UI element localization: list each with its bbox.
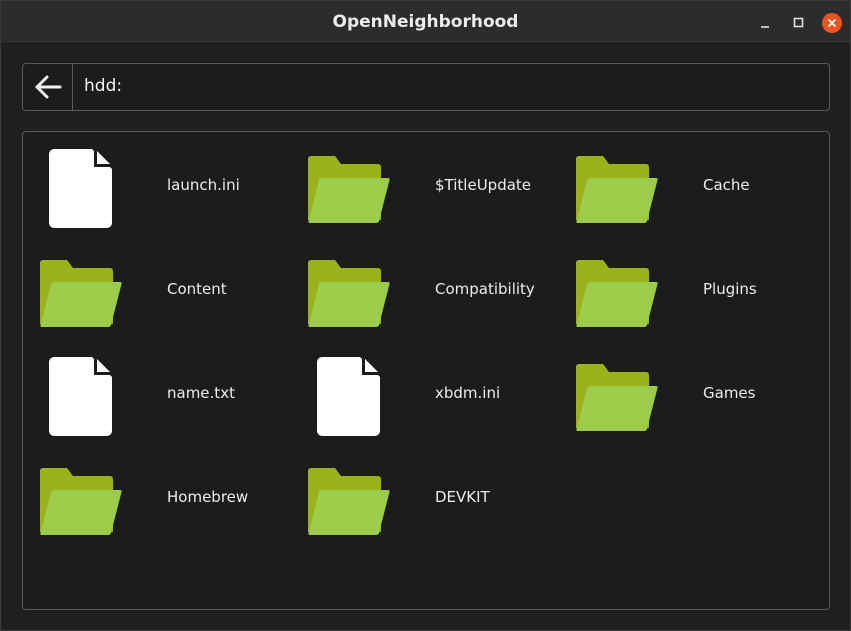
folder-item[interactable]: $TitleUpdate: [308, 147, 558, 237]
file-grid: launch.ini $TitleUpdate Cache Content Compat…: [22, 131, 830, 610]
item-label: Plugins: [703, 280, 757, 298]
folder-item[interactable]: Games: [576, 355, 826, 445]
item-label: Content: [167, 280, 227, 298]
maximize-icon: [793, 17, 804, 28]
folder-item[interactable]: Compatibility: [308, 251, 558, 341]
item-label: Games: [703, 384, 756, 402]
close-icon: [827, 18, 837, 28]
window-title: OpenNeighborhood: [332, 12, 519, 32]
folder-icon: [40, 459, 122, 545]
item-label: DEVKIT: [435, 488, 490, 506]
folder-icon: [576, 251, 658, 337]
item-label: Cache: [703, 176, 750, 194]
file-item[interactable]: launch.ini: [40, 147, 290, 237]
folder-icon: [308, 147, 390, 233]
folder-item[interactable]: Cache: [576, 147, 826, 237]
back-button[interactable]: [23, 64, 73, 110]
folder-icon: [40, 251, 122, 337]
item-label: Homebrew: [167, 488, 249, 506]
folder-icon: [576, 355, 658, 441]
minimize-button[interactable]: [756, 14, 774, 32]
item-label: name.txt: [167, 384, 235, 402]
folder-icon: [308, 251, 390, 337]
item-label: xbdm.ini: [435, 384, 501, 402]
folder-item[interactable]: Homebrew: [40, 459, 290, 549]
item-label: $TitleUpdate: [435, 176, 532, 194]
close-button[interactable]: [822, 13, 842, 33]
folder-item[interactable]: Content: [40, 251, 290, 341]
minimize-icon: [761, 26, 769, 28]
path-input[interactable]: hdd:: [84, 76, 122, 96]
arrow-left-icon: [35, 75, 61, 99]
file-icon: [40, 147, 122, 233]
app-window: OpenNeighborhood hdd: launch.ini $TitleU…: [0, 0, 851, 631]
folder-icon: [308, 459, 390, 545]
folder-icon: [576, 147, 658, 233]
title-bar[interactable]: OpenNeighborhood: [1, 1, 850, 44]
maximize-button[interactable]: [790, 14, 808, 32]
file-item[interactable]: name.txt: [40, 355, 290, 445]
item-label: Compatibility: [435, 280, 535, 298]
folder-item[interactable]: Plugins: [576, 251, 826, 341]
folder-item[interactable]: DEVKIT: [308, 459, 558, 549]
file-item[interactable]: xbdm.ini: [308, 355, 558, 445]
file-icon: [308, 355, 390, 441]
item-label: launch.ini: [167, 176, 240, 194]
file-icon: [40, 355, 122, 441]
address-bar: hdd:: [22, 63, 830, 111]
